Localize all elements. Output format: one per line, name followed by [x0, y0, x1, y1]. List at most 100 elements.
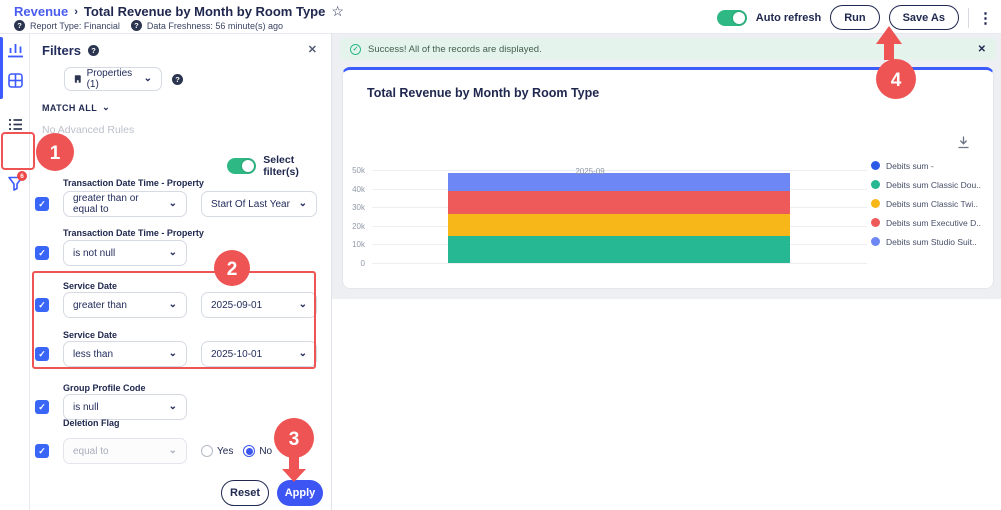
legend-label: Debits sum Studio Suit..: [886, 237, 977, 247]
breadcrumb-separator: ›: [74, 6, 78, 18]
chart-title: Total Revenue by Month by Room Type: [367, 86, 599, 100]
radio-no[interactable]: [243, 445, 255, 457]
download-icon[interactable]: [957, 136, 970, 154]
auto-refresh-label: Auto refresh: [756, 12, 821, 24]
select-filters-toggle[interactable]: [227, 158, 256, 174]
help-icon[interactable]: ?: [131, 20, 142, 31]
legend-label: Debits sum Executive D..: [886, 218, 981, 228]
radio-yes-label: Yes: [217, 446, 233, 457]
filter-count-badge: 6: [17, 171, 27, 181]
chevron-down-icon: ⌄: [169, 351, 177, 357]
bar-segment-debits-sum-classic-twi-: [448, 214, 790, 236]
filter-checkbox[interactable]: ✓: [35, 400, 49, 414]
y-axis-tick: 50k: [352, 166, 365, 175]
report-builder-screen: Revenue › Total Revenue by Month by Room…: [0, 0, 1001, 510]
success-check-icon: ✓: [350, 44, 361, 55]
filter-label: Transaction Date Time - Property: [63, 178, 204, 188]
breadcrumb-revenue-link[interactable]: Revenue: [14, 4, 68, 19]
chart-card: Total Revenue by Month by Room Type 50k4…: [342, 67, 994, 289]
filter-operator-dropdown[interactable]: is not null⌄: [63, 240, 187, 266]
summary-section: ⌄ Summary Information ? # of Records: 11…: [332, 299, 1001, 510]
filter-value-dropdown[interactable]: 2025-09-01⌄: [201, 292, 317, 318]
run-button[interactable]: Run: [830, 5, 879, 30]
y-axis-tick: 0: [361, 259, 365, 268]
auto-refresh-toggle[interactable]: [717, 10, 747, 26]
success-message: Success! All of the records are displaye…: [368, 44, 971, 55]
filter-checkbox[interactable]: ✓: [35, 444, 49, 458]
legend-dot-icon: [871, 161, 880, 170]
legend-item[interactable]: Debits sum Classic Dou..: [871, 179, 981, 190]
filter-checkbox[interactable]: ✓: [35, 298, 49, 312]
filter-operator-dropdown[interactable]: is null⌄: [63, 394, 187, 420]
filter-label: Service Date: [63, 281, 117, 291]
x-axis-label: 2025-09: [419, 167, 761, 176]
filter-checkbox[interactable]: ✓: [35, 246, 49, 260]
data-freshness-label: Data Freshness: 56 minute(s) ago: [147, 21, 283, 31]
chart-legend: Debits sum - Debits sum Classic Dou.. Debi…: [871, 160, 981, 247]
favorite-star-icon[interactable]: ☆: [331, 3, 344, 20]
apply-button[interactable]: Apply: [277, 480, 323, 506]
help-icon[interactable]: ?: [88, 45, 99, 56]
chart-view-icon[interactable]: [7, 41, 24, 58]
radio-no-label: No: [259, 446, 272, 457]
header-divider: [968, 8, 969, 28]
active-indicator: [0, 37, 3, 99]
legend-item[interactable]: Debits sum Executive D..: [871, 217, 981, 228]
page-title: Total Revenue by Month by Room Type: [84, 4, 325, 19]
radio-yes[interactable]: [201, 445, 213, 457]
filter-label: Deletion Flag: [63, 418, 120, 428]
legend-item[interactable]: Debits sum Classic Twi..: [871, 198, 981, 209]
legend-item[interactable]: Debits sum Studio Suit..: [871, 236, 981, 247]
y-axis-tick: 20k: [352, 222, 365, 231]
chevron-down-icon: ⌄: [169, 448, 177, 454]
chevron-down-icon: ⌄: [169, 404, 177, 410]
chart-plot: 50k40k30k20k10k0: [372, 170, 867, 263]
legend-item[interactable]: Debits sum -: [871, 160, 981, 171]
success-banner: ✓ Success! All of the records are displa…: [340, 38, 996, 60]
report-type-label: Report Type: Financial: [30, 21, 120, 31]
chevron-down-icon: ⌄: [299, 351, 307, 357]
bar-segment-debits-sum-executive-d-: [448, 191, 790, 214]
legend-dot-icon: [871, 199, 880, 208]
chevron-down-icon: ⌄: [102, 102, 110, 113]
filter-operator-dropdown-disabled: equal to⌄: [63, 438, 187, 464]
table-view-icon[interactable]: [7, 72, 24, 89]
reset-button[interactable]: Reset: [221, 480, 269, 506]
legend-label: Debits sum Classic Dou..: [886, 180, 981, 190]
filter-operator-dropdown[interactable]: greater than⌄: [63, 292, 187, 318]
building-icon: [74, 74, 82, 84]
filter-funnel-icon[interactable]: 6: [7, 175, 24, 192]
select-filters-label: Select filter(s): [263, 154, 331, 178]
chevron-down-icon: ⌄: [169, 302, 177, 308]
list-view-icon[interactable]: [7, 116, 24, 133]
kebab-menu-icon[interactable]: ⋮: [978, 9, 993, 27]
top-header: Revenue › Total Revenue by Month by Room…: [0, 0, 1001, 33]
save-as-button[interactable]: Save As: [889, 5, 959, 30]
chart-bar-stack: [448, 170, 790, 263]
banner-close-icon[interactable]: ✕: [978, 44, 986, 55]
legend-dot-icon: [871, 237, 880, 246]
filter-operator-dropdown[interactable]: greater than or equal to⌄: [63, 191, 187, 217]
chevron-down-icon: ⌄: [299, 201, 307, 207]
legend-label: Debits sum -: [886, 161, 934, 171]
report-content-area: ✓ Success! All of the records are displa…: [332, 33, 1001, 510]
match-all-selector[interactable]: MATCH ALL ⌄: [42, 102, 110, 113]
properties-dropdown[interactable]: Properties (1) ⌄: [64, 67, 162, 91]
legend-label: Debits sum Classic Twi..: [886, 199, 978, 209]
filter-value-dropdown[interactable]: Start Of Last Year⌄: [201, 191, 317, 217]
chevron-down-icon: ⌄: [144, 76, 152, 82]
y-axis-tick: 30k: [352, 203, 365, 212]
filter-operator-dropdown[interactable]: less than⌄: [63, 341, 187, 367]
no-advanced-rules-label: No Advanced Rules: [42, 124, 134, 136]
help-icon[interactable]: ?: [14, 20, 25, 31]
help-icon[interactable]: ?: [172, 74, 183, 85]
close-panel-icon[interactable]: ✕: [308, 43, 317, 56]
filter-label: Group Profile Code: [63, 383, 146, 393]
bar-segment-debits-sum-classic-dou-: [448, 236, 790, 263]
report-meta: ? Report Type: Financial ? Data Freshnes…: [14, 20, 283, 31]
legend-dot-icon: [871, 218, 880, 227]
filter-checkbox[interactable]: ✓: [35, 347, 49, 361]
filter-value-dropdown[interactable]: 2025-10-01⌄: [201, 341, 317, 367]
filter-checkbox[interactable]: ✓: [35, 197, 49, 211]
filter-label: Transaction Date Time - Property: [63, 228, 204, 238]
